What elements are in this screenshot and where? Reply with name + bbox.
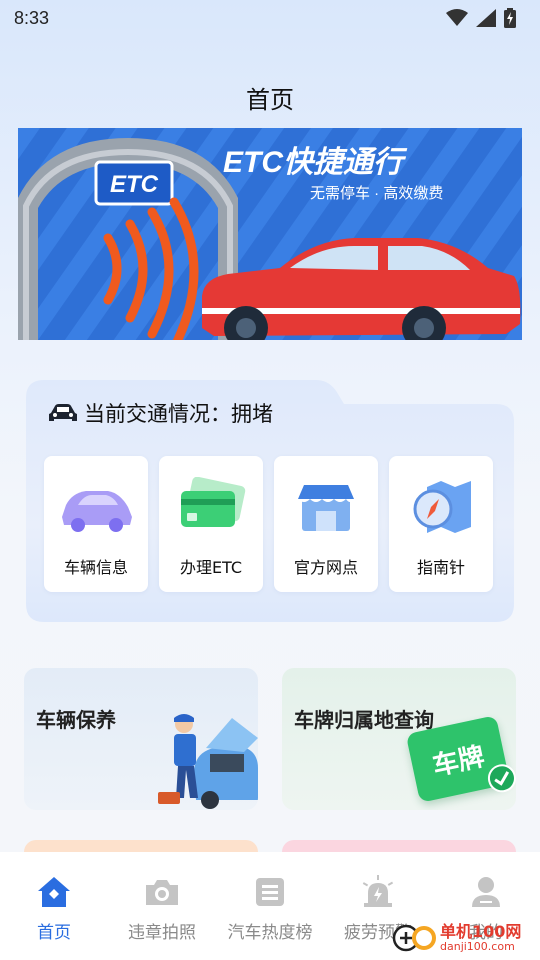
feature-card-vehicle-maintenance[interactable]: 车辆保养 — [24, 668, 258, 810]
store-icon — [286, 474, 366, 540]
banner-subtitle: 无需停车 · 高效缴费 — [310, 185, 443, 202]
check-icon — [487, 764, 516, 793]
banner-etc-sign: ETC — [110, 171, 159, 198]
watermark-url: danji100.com — [440, 939, 515, 953]
watermark-text: 单机100网 — [440, 921, 522, 941]
status-bar: 8:33 — [0, 0, 540, 36]
traffic-status-card: 当前交通情况： 拥堵 车辆信息 办理ETC 官方网点 指南针 — [26, 378, 514, 622]
license-plate-badge-text: 车牌 — [429, 741, 488, 782]
tab-violation-photo[interactable]: 违章拍照 — [108, 872, 216, 960]
service-grid: 车辆信息 办理ETC 官方网点 指南针 — [44, 456, 493, 592]
battery-charging-icon — [504, 8, 516, 28]
mechanic-illustration — [158, 714, 258, 809]
watermark-logo-icon — [392, 924, 436, 952]
traffic-status-line: 当前交通情况： 拥堵 — [48, 398, 273, 428]
car-info-icon — [56, 474, 136, 540]
profile-icon — [466, 872, 506, 912]
feature-title: 车辆保养 — [36, 708, 116, 732]
service-tile-apply-etc[interactable]: 办理ETC — [159, 456, 263, 592]
service-label: 官方网点 — [293, 558, 358, 577]
tab-label: 汽车热度榜 — [227, 923, 313, 943]
home-icon — [34, 872, 74, 912]
alarm-light-icon — [358, 872, 398, 912]
service-label: 指南针 — [416, 558, 465, 577]
page-title: 首页 — [246, 86, 294, 114]
feature-card-plate-lookup[interactable]: 车牌归属地查询 车牌 — [282, 668, 516, 810]
tab-label: 首页 — [37, 923, 71, 943]
etc-card-icon — [171, 474, 251, 540]
traffic-status: 拥堵 — [231, 402, 273, 426]
etc-banner[interactable]: ETC ETC快捷通行 无需停车 · 高效缴费 — [18, 128, 522, 340]
tab-car-ranking[interactable]: 汽车热度榜 — [216, 872, 324, 960]
site-watermark: 单机100网 danji100.com — [392, 918, 540, 958]
service-tile-vehicle-info[interactable]: 车辆信息 — [44, 456, 148, 592]
wifi-icon — [446, 9, 468, 26]
list-icon — [250, 872, 290, 912]
system-icons — [446, 8, 516, 28]
car-icon — [49, 404, 77, 421]
service-label: 办理ETC — [179, 558, 243, 577]
banner-title: ETC快捷通行 — [223, 146, 408, 179]
service-tile-official-outlets[interactable]: 官方网点 — [274, 456, 378, 592]
traffic-label: 当前交通情况： — [84, 402, 231, 426]
service-label: 车辆信息 — [63, 558, 128, 577]
tab-label: 违章拍照 — [128, 923, 196, 943]
tab-home[interactable]: 首页 — [0, 872, 108, 960]
camera-icon — [142, 872, 182, 912]
service-tile-compass[interactable]: 指南针 — [389, 456, 493, 592]
compass-map-icon — [401, 474, 481, 540]
feature-title: 车牌归属地查询 — [294, 708, 434, 732]
cellular-signal-icon — [476, 9, 496, 27]
status-time: 8:33 — [14, 7, 50, 28]
